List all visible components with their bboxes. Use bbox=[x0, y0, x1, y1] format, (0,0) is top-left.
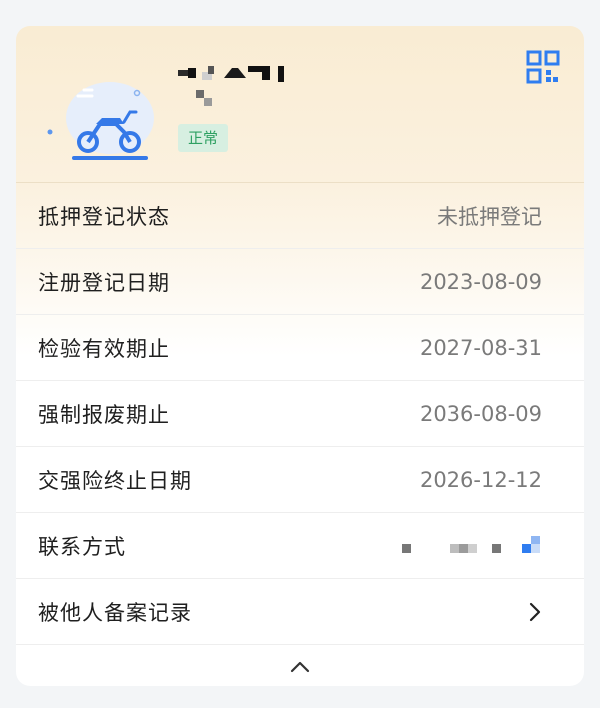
row-inspection-valid-until: 检验有效期止 2027-08-31 bbox=[16, 315, 584, 381]
qr-code-icon[interactable] bbox=[526, 50, 560, 84]
row-label: 被他人备案记录 bbox=[38, 600, 192, 625]
row-value: 未抵押登记 bbox=[437, 204, 542, 229]
row-label: 检验有效期止 bbox=[38, 336, 170, 361]
vehicle-header: 正常 bbox=[16, 26, 584, 182]
plate-number-masked bbox=[178, 66, 284, 106]
row-label: 注册登记日期 bbox=[38, 270, 170, 295]
row-value: 2027-08-31 bbox=[419, 335, 542, 360]
collapse-button[interactable] bbox=[16, 648, 584, 686]
row-value: 2026-12-12 bbox=[419, 467, 542, 492]
row-label: 抵押登记状态 bbox=[38, 204, 170, 229]
chevron-right-icon bbox=[529, 602, 541, 621]
row-label: 强制报废期止 bbox=[38, 402, 170, 427]
row-value: 2023-08-09 bbox=[419, 269, 542, 294]
vehicle-info-card: 正常 抵押登记状态 未抵押登记 注册登记日期 2023-08-09 检验有效期止… bbox=[16, 26, 584, 686]
row-contact: 联系方式 bbox=[16, 513, 584, 579]
status-badge: 正常 bbox=[178, 124, 229, 152]
row-value: 2036-08-09 bbox=[419, 401, 542, 426]
motorcycle-icon bbox=[47, 82, 154, 160]
row-scrap-deadline: 强制报废期止 2036-08-09 bbox=[16, 381, 584, 447]
row-registration-date: 注册登记日期 2023-08-09 bbox=[16, 249, 584, 315]
row-label: 联系方式 bbox=[38, 534, 126, 559]
chevron-up-icon bbox=[290, 661, 310, 673]
row-filing-records[interactable]: 被他人备案记录 bbox=[16, 579, 584, 645]
row-label: 交强险终止日期 bbox=[38, 468, 192, 493]
info-list: 抵押登记状态 未抵押登记 注册登记日期 2023-08-09 检验有效期止 20… bbox=[16, 183, 584, 645]
contact-masked-value bbox=[402, 535, 540, 553]
row-mortgage-status: 抵押登记状态 未抵押登记 bbox=[16, 183, 584, 249]
row-insurance-end-date: 交强险终止日期 2026-12-12 bbox=[16, 447, 584, 513]
